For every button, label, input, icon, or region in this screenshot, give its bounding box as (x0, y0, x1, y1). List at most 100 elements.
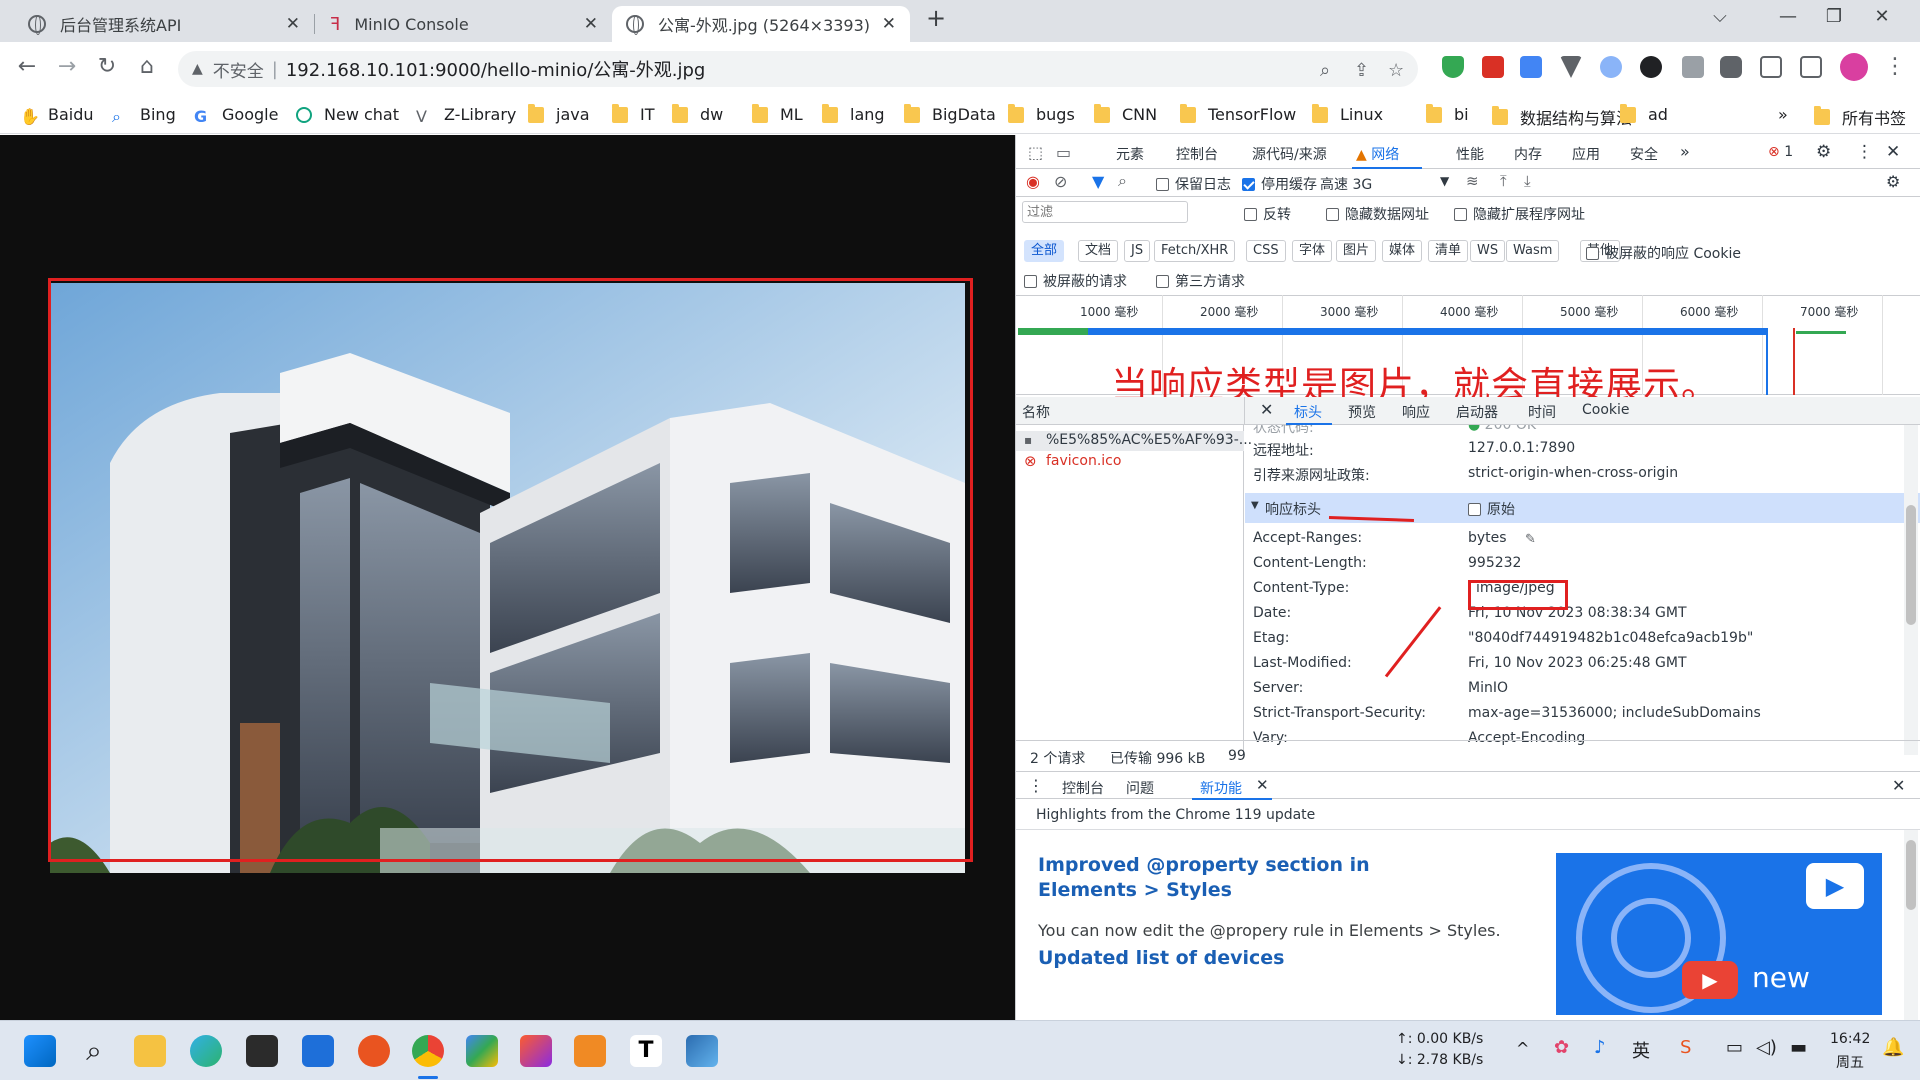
tab-sources[interactable]: 源代码/来源 (1252, 144, 1327, 164)
chrome-icon[interactable] (412, 1035, 444, 1067)
hide-data-urls-checkbox[interactable]: 隐藏数据网址 (1326, 204, 1429, 224)
bookmark-folder[interactable]: TensorFlow (1180, 103, 1296, 124)
pdf-extension-icon[interactable] (1482, 56, 1504, 78)
filter-chip[interactable]: 全部 (1024, 240, 1065, 262)
drawer-tab-console[interactable]: 控制台 (1062, 778, 1104, 798)
zoom-icon[interactable]: ⌕ (1320, 60, 1330, 81)
all-bookmarks-button[interactable]: 所有书签 (1814, 105, 1906, 129)
detail-tab-response[interactable]: 响应 (1402, 402, 1430, 422)
close-window-button[interactable]: ✕ (1862, 6, 1902, 27)
network-conditions-icon[interactable]: ≋ (1466, 172, 1479, 190)
detail-tab-timing[interactable]: 时间 (1528, 402, 1556, 422)
checkbox[interactable] (1326, 208, 1339, 221)
filter-chip[interactable]: 媒体 (1382, 240, 1423, 262)
ghost-extension-icon[interactable] (1640, 56, 1662, 78)
bookmark-folder[interactable]: bugs (1008, 103, 1075, 124)
blocked-cookies-checkbox[interactable]: 被屏蔽的响应 Cookie (1586, 243, 1741, 263)
filter-chip[interactable]: 字体 (1292, 240, 1333, 262)
bookmark-folder[interactable]: IT (612, 103, 655, 124)
bookmarks-overflow-button[interactable]: » (1778, 105, 1788, 124)
bookmark-z-library[interactable]: V Z-Library (416, 105, 516, 126)
sublime-icon[interactable] (574, 1035, 606, 1067)
list-item[interactable]: ▪ %E5%85%AC%E5%AF%93-... (1016, 431, 1252, 451)
gemini-icon[interactable] (466, 1035, 498, 1067)
tab-network[interactable]: ▲ 网络 (1356, 144, 1399, 164)
filter-chip[interactable]: Wasm (1506, 240, 1560, 262)
start-menu-icon[interactable] (24, 1035, 56, 1067)
clock-time[interactable]: 16:42 (1830, 1031, 1870, 1047)
address-bar[interactable]: ▲ 不安全 | 192.168.10.101:9000/hello-minio/… (178, 51, 1418, 87)
battery-icon[interactable]: ▬ (1790, 1037, 1807, 1058)
new-tab-button[interactable]: + (916, 4, 956, 32)
network-icon[interactable]: ▭ (1726, 1037, 1743, 1058)
blocked-requests-checkbox[interactable]: 被屏蔽的请求 (1024, 271, 1127, 291)
preserve-log-checkbox[interactable]: 保留日志 (1156, 174, 1231, 194)
volume-icon[interactable]: ◁) (1756, 1037, 1777, 1058)
minimize-button[interactable]: — (1768, 6, 1808, 27)
more-tabs-button[interactable]: » (1680, 142, 1690, 161)
app-icon[interactable] (686, 1035, 718, 1067)
drawer-tab-whats-new[interactable]: 新功能 (1200, 778, 1242, 798)
microphone-icon[interactable]: ♪ (1594, 1037, 1606, 1058)
bookmark-folder[interactable]: ad (1620, 103, 1668, 124)
close-tab-icon[interactable]: ✕ (584, 14, 598, 34)
filter-chip[interactable]: CSS (1246, 240, 1286, 262)
close-devtools-icon[interactable]: ✕ (1886, 142, 1900, 162)
browser-menu-icon[interactable]: ⋮ (1880, 54, 1910, 79)
headers-scrollbar[interactable] (1904, 425, 1918, 755)
bookmark-google[interactable]: G Google (194, 105, 278, 126)
disable-cache-checkbox[interactable]: 停用缓存 (1242, 174, 1317, 194)
devtools-menu-icon[interactable]: ⋮ (1856, 142, 1873, 162)
url-text[interactable]: 192.168.10.101:9000/hello-minio/公寓-外观.jp… (286, 56, 706, 82)
checkbox[interactable] (1242, 178, 1255, 191)
edit-pencil-icon[interactable]: ✎ (1525, 532, 1536, 547)
drawer-scrollbar[interactable] (1904, 830, 1918, 1020)
whats-new-video-thumbnail[interactable]: ▶ ▶ new (1556, 853, 1882, 1015)
checkbox[interactable] (1024, 275, 1037, 288)
filter-input[interactable] (1022, 201, 1188, 223)
tray-s-icon[interactable]: S (1680, 1037, 1691, 1058)
bookmark-folder[interactable]: ML (752, 103, 803, 124)
checkbox[interactable] (1468, 503, 1481, 516)
list-item[interactable]: ⊗ favicon.ico (1016, 452, 1244, 472)
name-column-header[interactable]: 名称 (1022, 402, 1050, 422)
close-tab-icon[interactable]: ✕ (286, 14, 300, 34)
detail-tab-headers[interactable]: 标头 (1294, 402, 1322, 422)
share-icon[interactable]: ⇪ (1354, 60, 1369, 81)
network-settings-icon[interactable]: ⚙ (1886, 172, 1900, 191)
drawer-menu-icon[interactable]: ⋮ (1028, 776, 1044, 795)
side-panel-icon[interactable] (1800, 56, 1822, 78)
settings-gear-icon[interactable]: ⚙ (1816, 142, 1831, 162)
bookmark-folder[interactable]: dw (672, 103, 723, 124)
filter-funnel-icon[interactable]: ▼ (1092, 172, 1104, 191)
forward-button[interactable]: → (52, 54, 82, 79)
checkbox[interactable] (1156, 178, 1169, 191)
profile-avatar[interactable] (1840, 53, 1868, 81)
detail-tab-cookie[interactable]: Cookie (1582, 402, 1630, 418)
tab-console[interactable]: 控制台 (1176, 144, 1218, 164)
throttle-select[interactable]: 高速 3G (1320, 174, 1372, 194)
collapse-triangle-icon[interactable]: ▼ (1251, 500, 1259, 511)
file-explorer-icon[interactable] (134, 1035, 166, 1067)
filter-extension-icon[interactable] (1560, 56, 1582, 78)
close-drawer-tab-icon[interactable]: ✕ (1256, 776, 1269, 794)
edge-icon[interactable] (190, 1035, 222, 1067)
input-method-icon[interactable]: 英 (1632, 1037, 1650, 1063)
error-counter[interactable]: ⊗ 1 (1768, 144, 1793, 160)
bookmark-folder[interactable]: BigData (904, 103, 996, 124)
download-icon[interactable] (1760, 56, 1782, 78)
puzzle-extensions-icon[interactable] (1720, 56, 1742, 78)
tab-memory[interactable]: 内存 (1514, 144, 1542, 164)
reload-button[interactable]: ↻ (92, 54, 122, 79)
whats-new-title[interactable]: Improved @property section in Elements >… (1038, 853, 1458, 903)
filter-chip[interactable]: 清单 (1428, 240, 1469, 262)
bookmark-bing[interactable]: ⌕ Bing (112, 105, 176, 126)
detail-tab-preview[interactable]: 预览 (1348, 402, 1376, 422)
close-tab-icon[interactable]: ✕ (882, 14, 896, 34)
inspect-element-icon[interactable]: ⬚ (1028, 143, 1043, 162)
clear-icon[interactable]: ⊘ (1054, 172, 1067, 191)
bookmark-folder[interactable]: Linux (1312, 103, 1383, 124)
checkbox[interactable] (1586, 247, 1599, 260)
detail-tab-initiator[interactable]: 启动器 (1456, 402, 1498, 422)
circle-extension-icon[interactable] (1600, 56, 1622, 78)
